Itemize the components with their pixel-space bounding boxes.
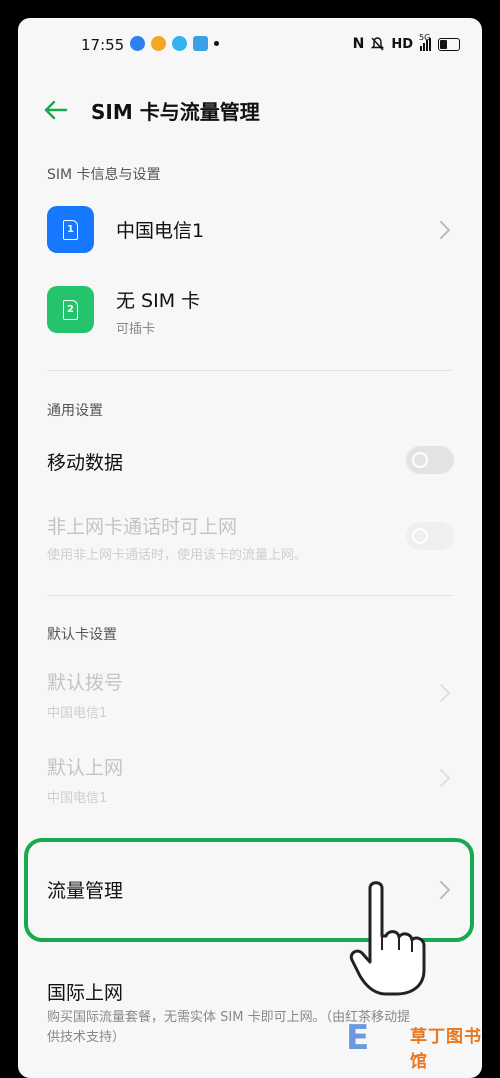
toggle-knob [412, 452, 428, 468]
sim-card-1-row[interactable]: 1 中国电信1 [18, 198, 482, 262]
default-data-label: 默认上网 [47, 757, 124, 779]
toggle-knob [412, 528, 428, 544]
chevron-right-icon [440, 684, 450, 702]
call-data-label: 非上网卡通话时可上网 [47, 516, 238, 538]
sim-card-2-row[interactable]: 2 无 SIM 卡 可插卡 [18, 278, 482, 348]
status-time: 17:55 [81, 36, 125, 54]
sim-2-icon: 2 [47, 286, 94, 333]
more-notifications-dot [214, 41, 219, 46]
chevron-right-icon [440, 221, 450, 239]
weibo-icon [151, 36, 166, 51]
back-arrow-icon[interactable] [40, 94, 72, 126]
mobile-data-toggle[interactable] [406, 446, 454, 474]
signal-label: 5G [419, 32, 431, 42]
sim-2-status: 可插卡 [116, 322, 156, 337]
default-call-row: 默认拨号 中国电信1 [18, 664, 482, 728]
section-header-default: 默认卡设置 [47, 627, 117, 643]
battery-icon [438, 37, 460, 51]
notification-icons [130, 36, 219, 51]
page-title: SIM 卡与流量管理 [91, 100, 260, 124]
section-header-sim: SIM 卡信息与设置 [47, 167, 161, 183]
watermark-e-glyph: E [346, 1018, 370, 1058]
app-notification-icon [130, 36, 145, 51]
default-call-label: 默认拨号 [47, 672, 124, 694]
sim-1-icon: 1 [47, 206, 94, 253]
network-type: HD [391, 36, 413, 52]
call-data-toggle [406, 522, 454, 550]
phone-screen: 17:55 N HD 5G SIM 卡与流量管理 SIM 卡信息与设置 1 中国… [18, 18, 482, 1078]
play-icon [172, 36, 187, 51]
international-data-label: 国际上网 [47, 982, 124, 1004]
call-data-row: 非上网卡通话时可上网 使用非上网卡通话时，使用该卡的流量上网。 [18, 508, 482, 568]
default-data-row: 默认上网 中国电信1 [18, 749, 482, 813]
call-data-description: 使用非上网卡通话时，使用该卡的流量上网。 [47, 548, 308, 563]
default-call-value: 中国电信1 [47, 706, 108, 721]
status-bar: 17:55 N HD 5G [18, 18, 482, 74]
sim-1-slot: 1 [63, 219, 78, 240]
watermark-text: 草丁图书馆 [410, 1027, 482, 1072]
mobile-data-label: 移动数据 [47, 452, 124, 474]
sim-2-slot: 2 [63, 299, 78, 320]
app-notification-icon [193, 36, 208, 51]
chevron-right-icon [440, 769, 450, 787]
signal-icon: 5G [419, 33, 431, 51]
sim-2-name: 无 SIM 卡 [116, 290, 201, 312]
mute-bell-icon [371, 37, 385, 51]
battery-level [440, 39, 447, 49]
status-indicators: N HD 5G [352, 33, 460, 52]
watermark-logo: E 草丁图书馆 [344, 1018, 482, 1072]
mobile-data-row[interactable]: 移动数据 [18, 438, 482, 488]
header: SIM 卡与流量管理 [18, 90, 482, 130]
divider [47, 595, 452, 596]
section-header-general: 通用设置 [47, 403, 103, 419]
sim-1-name: 中国电信1 [116, 220, 205, 242]
nfc-icon: N [352, 36, 365, 52]
default-data-value: 中国电信1 [47, 791, 108, 806]
divider [47, 370, 452, 371]
pointing-hand-icon [349, 881, 426, 996]
